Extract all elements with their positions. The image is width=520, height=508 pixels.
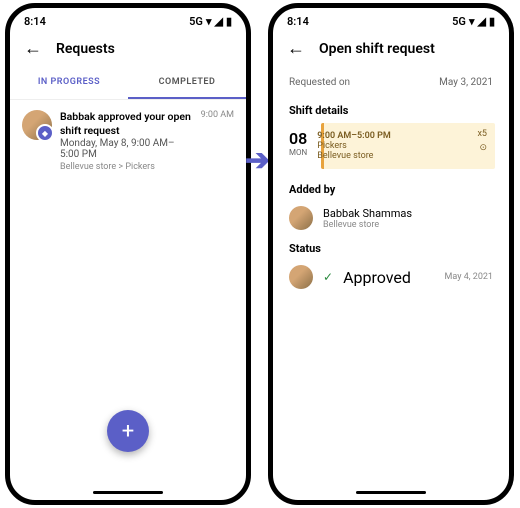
item-time: 9:00 AM	[201, 110, 234, 172]
page-title: Open shift request	[319, 41, 435, 57]
status-icons: 5G ▾ ◢ ▮	[452, 15, 495, 28]
phone-requests: 8:14 5G ▾ ◢ ▮ ← Requests IN PROGRESS COM…	[5, 3, 251, 505]
check-icon: ✓	[323, 270, 333, 284]
wifi-icon: ▾	[469, 15, 475, 28]
shift-badge-icon: ◆	[36, 124, 54, 142]
wifi-icon: ▾	[206, 15, 212, 28]
phone-detail: 8:14 5G ▾ ◢ ▮ ← Open shift request Reque…	[268, 3, 514, 505]
status-bar: 8:14 5G ▾ ◢ ▮	[10, 8, 246, 28]
tabs: IN PROGRESS COMPLETED	[10, 67, 246, 100]
status-date: May 4, 2021	[445, 272, 493, 282]
signal-icon: ◢	[214, 15, 222, 28]
home-indicator[interactable]	[356, 491, 426, 494]
tab-completed[interactable]: COMPLETED	[128, 67, 246, 99]
avatar	[289, 206, 313, 230]
item-breadcrumb: Bellevue store > Pickers	[60, 162, 193, 172]
requested-on-date: May 3, 2021	[439, 77, 493, 88]
shift-store: Bellevue store	[317, 151, 391, 161]
request-item[interactable]: ◆ Babbak approved your open shift reques…	[10, 100, 246, 182]
battery-icon: ▮	[226, 15, 232, 28]
clock: 8:14	[287, 15, 309, 28]
status-row: ✓ Approved May 4, 2021	[273, 259, 509, 295]
shift-card[interactable]: 08 MON 9:00 AM–5:00 PM Pickers Bellevue …	[273, 123, 509, 169]
back-icon[interactable]: ←	[287, 38, 305, 59]
plus-icon: +	[122, 419, 134, 444]
home-indicator[interactable]	[93, 491, 163, 494]
location-icon: ⊙	[479, 143, 487, 153]
avatar	[289, 265, 313, 289]
requested-on-row: Requested on May 3, 2021	[273, 67, 509, 98]
adder-store: Bellevue store	[323, 220, 412, 230]
shift-group: Pickers	[317, 141, 391, 151]
header: ← Requests	[10, 28, 246, 67]
shift-count: x5	[477, 129, 487, 139]
item-title: Babbak approved your open shift request	[60, 110, 193, 137]
section-status: Status	[273, 236, 509, 259]
signal-icon: ◢	[477, 15, 485, 28]
avatar: ◆	[22, 110, 52, 140]
status-label: Approved	[343, 268, 411, 287]
status-bar: 8:14 5G ▾ ◢ ▮	[273, 8, 509, 28]
tab-in-progress[interactable]: IN PROGRESS	[10, 67, 128, 99]
requested-on-label: Requested on	[289, 77, 350, 88]
status-icons: 5G ▾ ◢ ▮	[189, 15, 232, 28]
shift-date: 08 MON	[289, 129, 307, 163]
adder-name: Babbak Shammas	[323, 207, 412, 220]
item-subtitle: Monday, May 8, 9:00 AM–5:00 PM	[60, 138, 193, 160]
flow-arrow-icon: ➔	[245, 143, 270, 178]
section-shift-details: Shift details	[273, 98, 509, 121]
added-by-row[interactable]: Babbak Shammas Bellevue store	[273, 200, 509, 236]
back-icon[interactable]: ←	[24, 38, 42, 59]
add-button[interactable]: +	[107, 410, 149, 452]
page-title: Requests	[56, 41, 115, 57]
section-added-by: Added by	[273, 177, 509, 200]
header: ← Open shift request	[273, 28, 509, 67]
battery-icon: ▮	[489, 15, 495, 28]
shift-time: 9:00 AM–5:00 PM	[317, 131, 391, 141]
clock: 8:14	[24, 15, 46, 28]
